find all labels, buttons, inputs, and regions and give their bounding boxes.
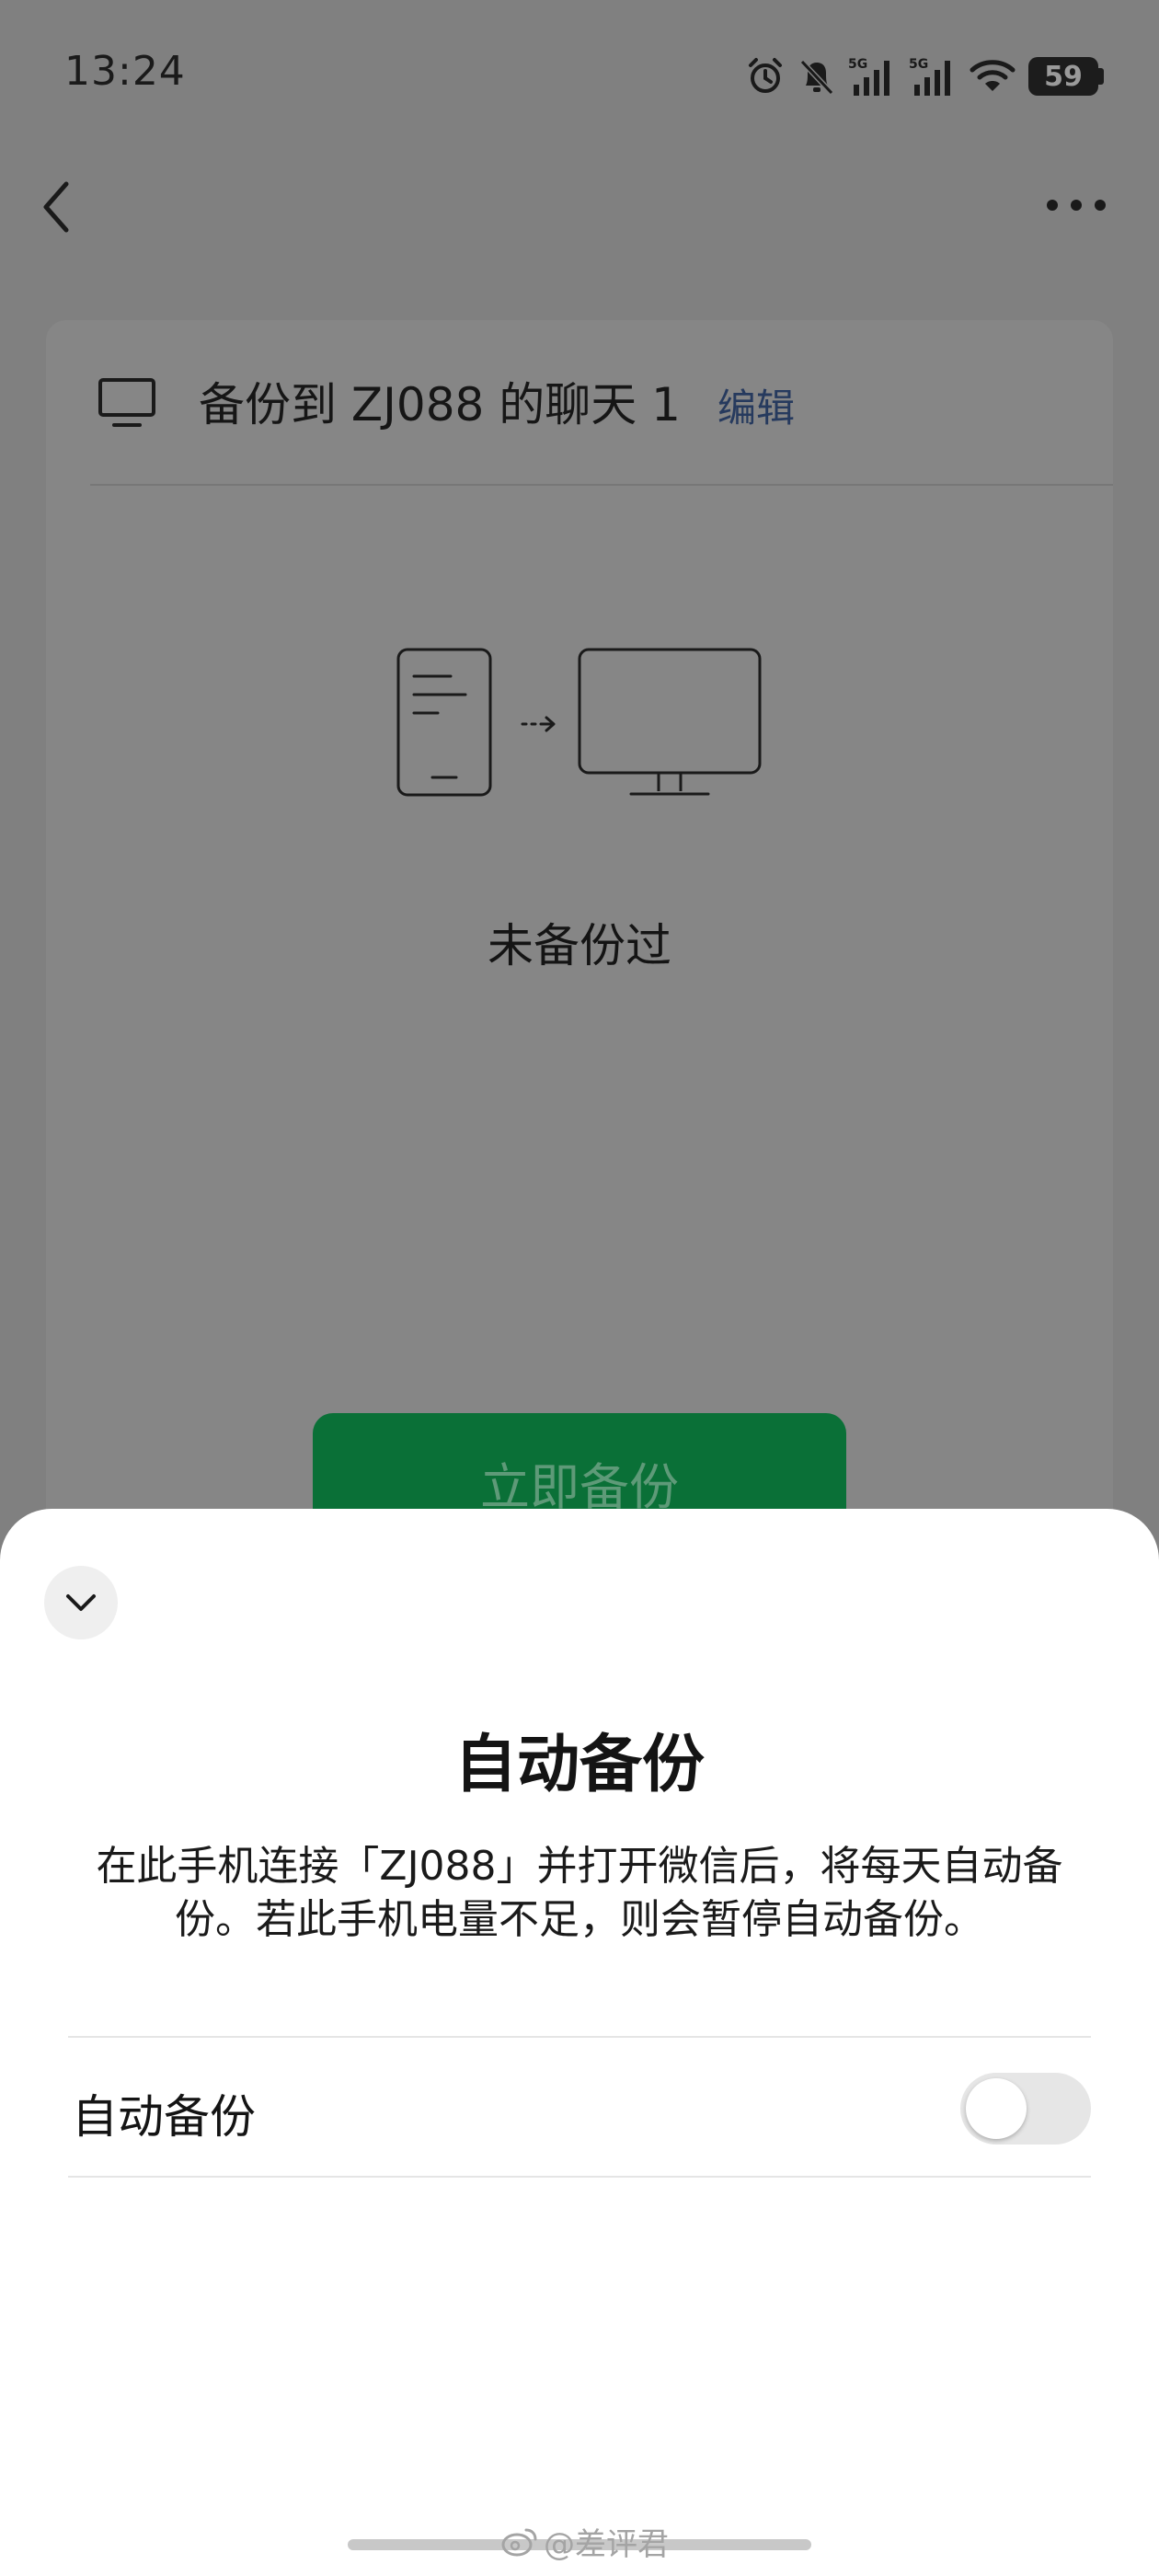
status-icons: 5G 5G 59 bbox=[745, 53, 1104, 99]
arrow-right-icon bbox=[521, 716, 556, 732]
phone-to-computer-illustration bbox=[396, 648, 762, 797]
auto-backup-sheet: 自动备份 在此手机连接「ZJ088」并打开微信后，将每天自动备份。若此手机电量不… bbox=[0, 1509, 1159, 2576]
nav-bar bbox=[0, 156, 1159, 258]
sheet-title: 自动备份 bbox=[453, 1729, 705, 1801]
backup-card: 备份到 ZJ088 的聊天 1 编辑 未备份过 立即备份 bbox=[46, 320, 1113, 1608]
auto-backup-toggle[interactable] bbox=[960, 2073, 1091, 2145]
status-time: 13:24 bbox=[64, 48, 186, 95]
signal-icon: 5G bbox=[848, 57, 889, 96]
watermark-text: @差评君 bbox=[544, 2526, 669, 2563]
toggle-knob bbox=[966, 2078, 1027, 2139]
more-icon[interactable] bbox=[1043, 191, 1109, 219]
auto-backup-label: 自动备份 bbox=[72, 2090, 256, 2144]
monitor-icon bbox=[578, 648, 762, 796]
status-bar: 13:24 5G 5G 59 bbox=[0, 0, 1159, 156]
alarm-icon bbox=[749, 58, 782, 93]
wifi-icon bbox=[970, 60, 1016, 91]
signal-label: 5G bbox=[909, 57, 928, 72]
bell-off-icon bbox=[799, 59, 834, 96]
battery-icon: 59 bbox=[1028, 57, 1104, 96]
edit-link[interactable]: 编辑 bbox=[717, 377, 795, 433]
signal-label: 5G bbox=[848, 57, 867, 72]
auto-backup-row: 自动备份 bbox=[68, 2038, 1091, 2176]
backup-status: 未备份过 bbox=[488, 919, 671, 972]
divider bbox=[68, 2176, 1091, 2178]
signal-icon: 5G bbox=[909, 57, 950, 96]
sheet-description: 在此手机连接「ZJ088」并打开微信后，将每天自动备份。若此手机电量不足，则会暂… bbox=[96, 1843, 1063, 1943]
card-header: 备份到 ZJ088 的聊天 1 编辑 bbox=[46, 320, 1113, 484]
divider bbox=[90, 484, 1113, 486]
watermark: @差评君 bbox=[501, 2519, 669, 2564]
battery-level: 59 bbox=[1028, 57, 1098, 96]
chevron-down-icon bbox=[66, 1594, 96, 1611]
phone-icon bbox=[396, 648, 492, 797]
chevron-left-icon[interactable] bbox=[35, 175, 81, 239]
card-title: 备份到 ZJ088 的聊天 1 bbox=[199, 378, 681, 431]
weibo-icon bbox=[501, 2528, 537, 2556]
collapse-button[interactable] bbox=[44, 1566, 118, 1639]
monitor-icon bbox=[98, 378, 155, 427]
